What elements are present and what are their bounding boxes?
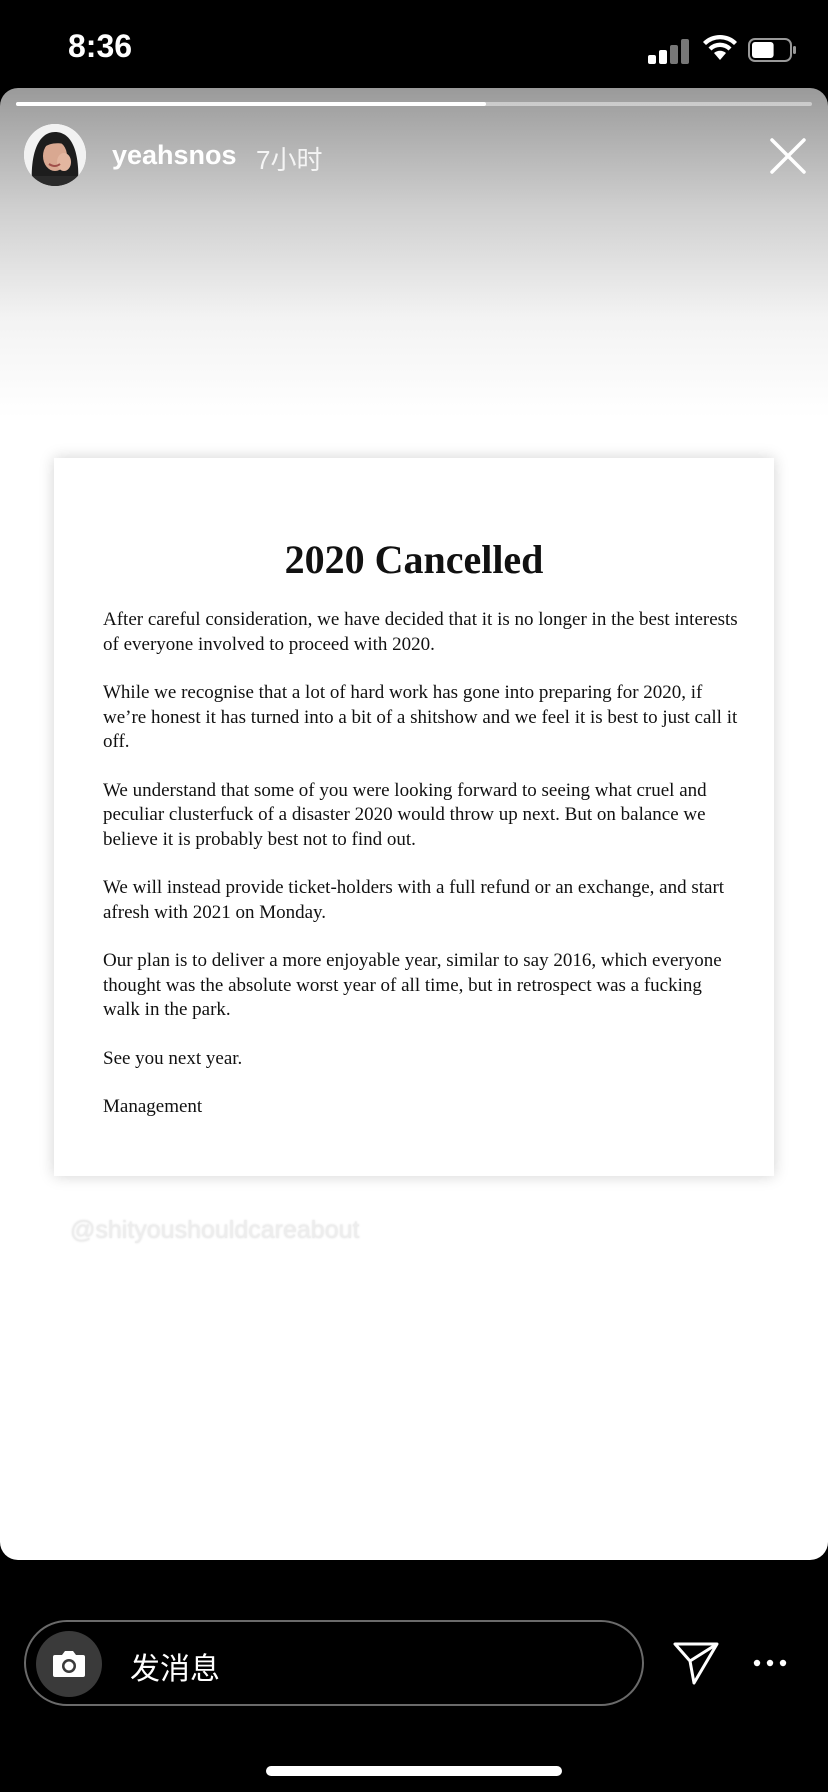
document-paragraph: While we recognise that a lot of hard wo… bbox=[103, 682, 738, 752]
document-title: 2020 Cancelled bbox=[284, 537, 544, 582]
story-progress-fill bbox=[16, 102, 486, 106]
camera-icon bbox=[53, 1651, 85, 1677]
document-paragraph: See you next year. bbox=[103, 1047, 243, 1069]
document-paragraph: After careful consideration, we have dec… bbox=[103, 609, 738, 655]
message-placeholder: 发消息 bbox=[130, 1652, 220, 1687]
message-input[interactable]: 发消息 bbox=[24, 1620, 644, 1706]
document-body: After careful consideration, we have dec… bbox=[103, 608, 743, 1144]
more-icon[interactable] bbox=[752, 1648, 788, 1678]
watermark: @shityoushouldcareabout bbox=[70, 1216, 360, 1244]
send-icon[interactable] bbox=[672, 1640, 720, 1686]
document-signature: Management bbox=[103, 1096, 203, 1117]
document-paragraph: Our plan is to deliver a more enjoyable … bbox=[103, 950, 722, 1020]
story-time-ago: 7小时 bbox=[256, 145, 323, 175]
home-indicator bbox=[266, 1766, 562, 1776]
story-username[interactable]: yeahsnos bbox=[112, 140, 237, 171]
story-progress-bar bbox=[16, 102, 812, 106]
document-paragraph: We understand that some of you were look… bbox=[103, 779, 707, 850]
avatar-image bbox=[24, 124, 86, 186]
camera-button[interactable] bbox=[36, 1631, 102, 1697]
status-time: 8:36 bbox=[68, 28, 133, 64]
shared-post-image[interactable]: 2020 Cancelled After careful considerati… bbox=[54, 458, 774, 1176]
avatar[interactable] bbox=[24, 124, 86, 186]
wifi-icon bbox=[703, 34, 737, 60]
story-view[interactable]: yeahsnos 7小时 2020 Cancelled After carefu… bbox=[0, 88, 828, 1560]
document-paragraph: We will instead provide ticket-holders w… bbox=[103, 877, 725, 923]
battery-icon bbox=[748, 38, 796, 62]
cellular-signal-icon bbox=[648, 38, 692, 64]
status-icons bbox=[618, 34, 798, 64]
close-icon[interactable] bbox=[766, 134, 810, 178]
